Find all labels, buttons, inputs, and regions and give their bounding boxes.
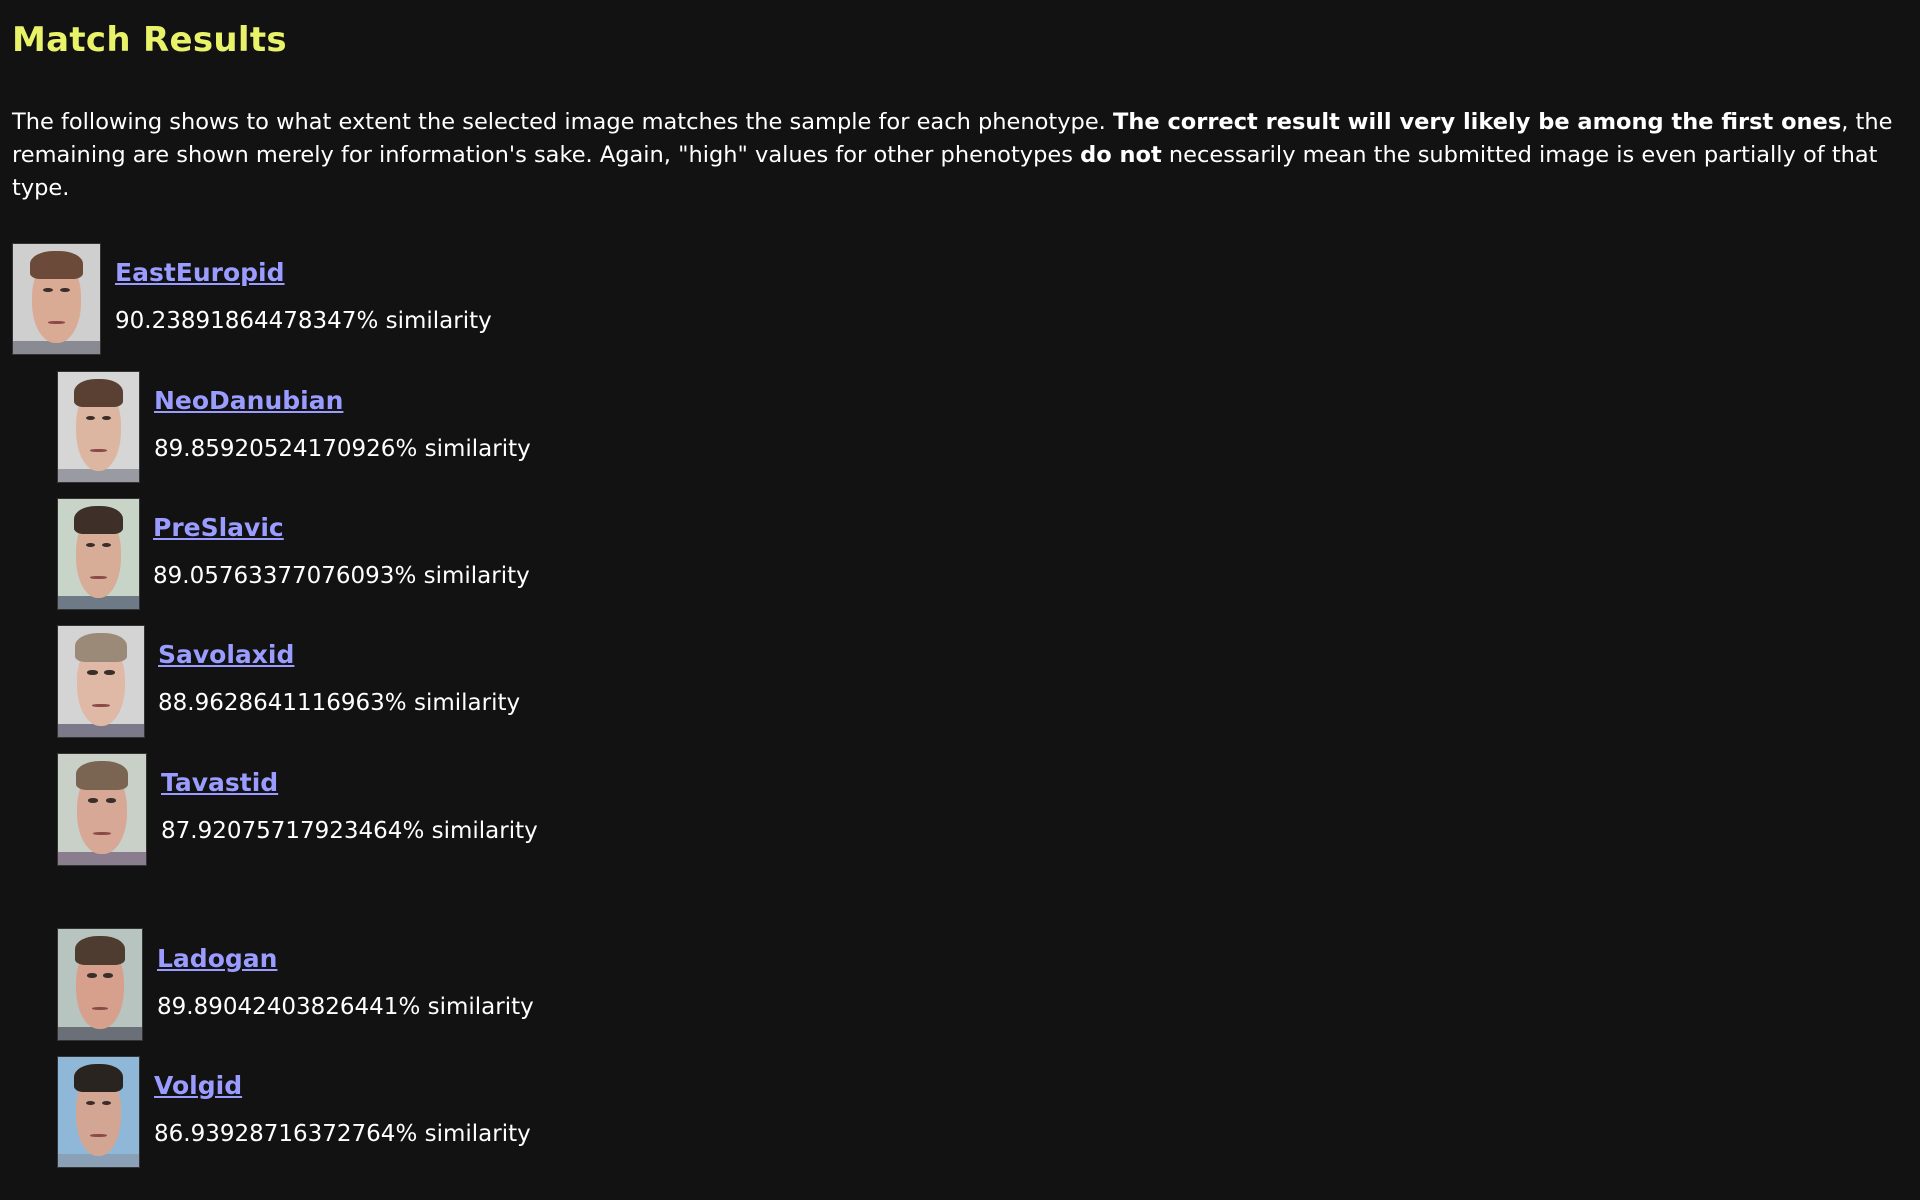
page-title: Match Results xyxy=(12,20,287,60)
intro-text-part1: The following shows to what extent the s… xyxy=(12,109,1113,135)
hair-shape xyxy=(74,935,126,965)
phenotype-thumbnail xyxy=(12,243,101,355)
intro-text-bold2: do not xyxy=(1080,142,1162,168)
similarity-text: 89.89042403826441% similarity xyxy=(157,994,534,1020)
phenotype-thumbnail xyxy=(57,371,140,483)
similarity-text: 90.23891864478347% similarity xyxy=(115,308,492,334)
phenotype-thumbnail xyxy=(57,498,140,610)
phenotype-link[interactable]: Tavastid xyxy=(161,766,538,800)
intro-text-bold1: The correct result will very likely be a… xyxy=(1112,109,1842,135)
mouth xyxy=(93,831,111,836)
phenotype-link[interactable]: Volgid xyxy=(154,1069,531,1103)
hair-shape xyxy=(74,505,123,535)
hair-shape xyxy=(30,250,83,280)
hair-shape xyxy=(74,1063,123,1093)
result-row-savolaxid: Savolaxid 88.9628641116963% similarity xyxy=(57,625,520,738)
result-row-preSlavic: PreSlavic 89.05763377076093% similarity xyxy=(57,498,530,610)
similarity-text: 87.92075717923464% similarity xyxy=(161,818,538,844)
right-eye xyxy=(105,798,117,803)
phenotype-link[interactable]: EastEuropid xyxy=(115,256,492,290)
right-eye xyxy=(104,670,115,675)
mouth xyxy=(91,1006,109,1011)
phenotype-thumbnail xyxy=(57,625,145,738)
hair-shape xyxy=(75,632,127,662)
phenotype-link[interactable]: PreSlavic xyxy=(153,511,530,545)
phenotype-link[interactable]: NeoDanubian xyxy=(154,384,531,418)
left-eye xyxy=(86,973,97,978)
hair-shape xyxy=(75,760,129,790)
similarity-text: 86.93928716372764% similarity xyxy=(154,1121,531,1147)
result-row-ladogan: Ladogan 89.89042403826441% similarity xyxy=(57,928,534,1041)
similarity-text: 89.05763377076093% similarity xyxy=(153,563,530,589)
intro-text: The following shows to what extent the s… xyxy=(12,106,1912,205)
result-row-neoDanubian: NeoDanubian 89.85920524170926% similarit… xyxy=(57,371,531,483)
phenotype-thumbnail xyxy=(57,928,143,1041)
phenotype-link[interactable]: Savolaxid xyxy=(158,638,520,672)
phenotype-thumbnail xyxy=(57,753,147,866)
similarity-text: 88.9628641116963% similarity xyxy=(158,690,521,716)
left-eye xyxy=(87,798,99,803)
similarity-text: 89.85920524170926% similarity xyxy=(154,436,531,462)
hair-shape xyxy=(74,378,123,408)
result-row-eastEuropid: EastEuropid 90.23891864478347% similarit… xyxy=(12,243,492,355)
mouth xyxy=(92,703,110,708)
result-row-tavastid: Tavastid 87.92075717923464% similarity xyxy=(57,753,538,866)
phenotype-thumbnail xyxy=(57,1056,140,1168)
phenotype-link[interactable]: Ladogan xyxy=(157,942,534,976)
left-eye xyxy=(87,670,98,675)
result-row-volgid: Volgid 86.93928716372764% similarity xyxy=(57,1056,531,1168)
